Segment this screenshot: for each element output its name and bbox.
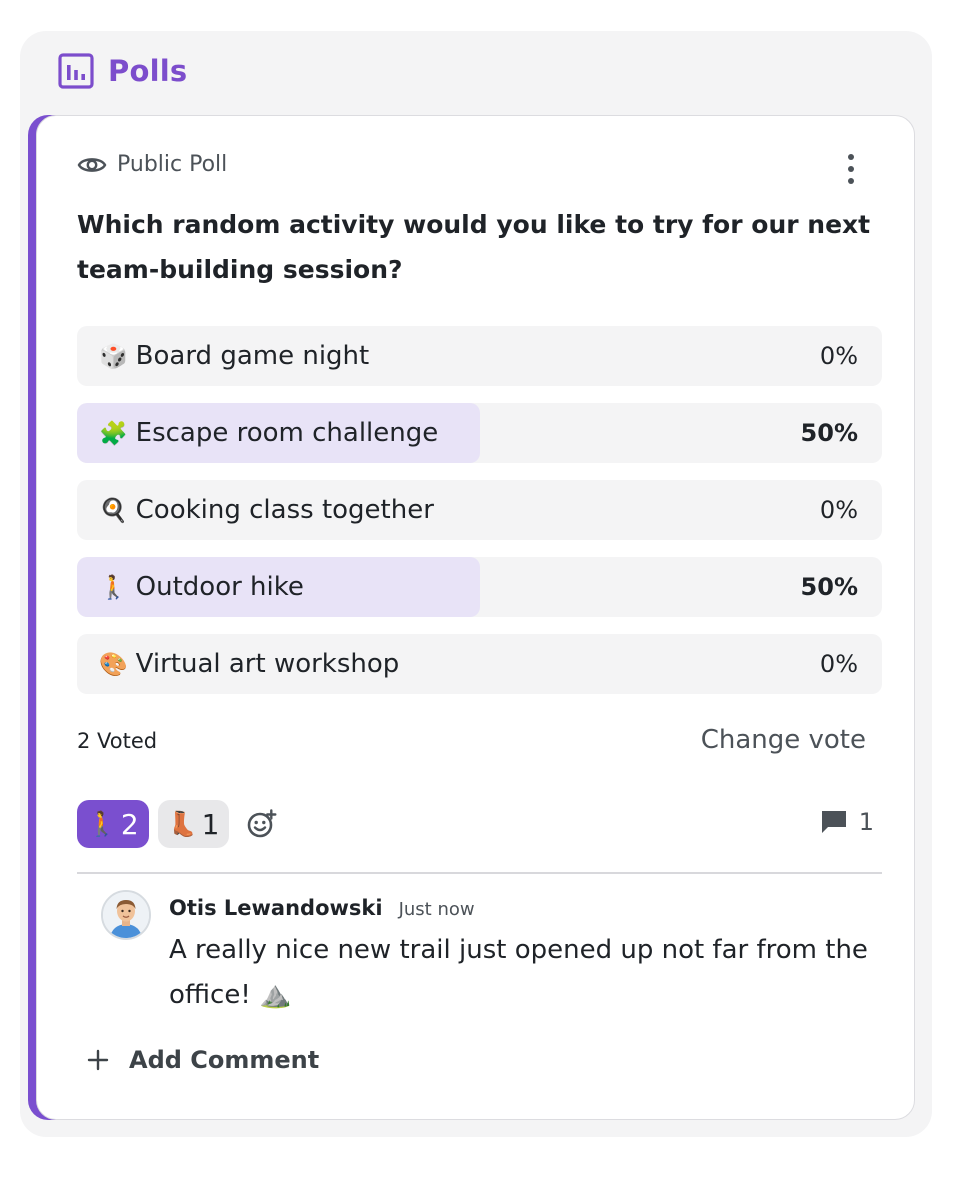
- avatar[interactable]: [101, 890, 151, 940]
- walking-person-emoji: 🚶: [87, 810, 117, 838]
- more-options-icon[interactable]: [839, 152, 863, 186]
- option-percent: 0%: [819, 342, 858, 370]
- panel-header: Polls: [58, 53, 187, 89]
- option-label: Board game night: [135, 341, 370, 371]
- comment-author[interactable]: Otis Lewandowski: [169, 896, 383, 920]
- option-label: Cooking class together: [135, 495, 434, 525]
- boot-emoji: 👢: [167, 810, 198, 838]
- option-percent: 0%: [819, 650, 858, 678]
- polls-panel: Polls Public Poll Which random activity …: [20, 31, 932, 1137]
- comment-time: Just now: [398, 899, 475, 920]
- poll-option-escape-room[interactable]: 🧩 Escape room challenge 50%: [77, 403, 882, 463]
- divider: [77, 872, 882, 874]
- comment-icon: [821, 811, 846, 833]
- panel-title: Polls: [108, 54, 188, 88]
- dice-emoji: 🎲: [99, 343, 128, 370]
- palette-emoji: 🎨: [99, 651, 128, 678]
- option-percent: 50%: [800, 419, 858, 447]
- poll-options: 🎲 Board game night 0% 🧩 Escape room chal…: [77, 326, 882, 711]
- frying-pan-emoji: 🍳: [99, 497, 128, 524]
- change-vote-button[interactable]: Change vote: [701, 725, 866, 755]
- plus-icon: [87, 1049, 109, 1071]
- reaction-count: 1: [201, 807, 220, 841]
- reaction-count: 2: [120, 807, 139, 841]
- poll-option-art-workshop[interactable]: 🎨 Virtual art workshop 0%: [77, 634, 882, 694]
- poll-visibility-label: Public Poll: [117, 152, 228, 177]
- add-comment-label: Add Comment: [129, 1046, 320, 1074]
- option-label: Escape room challenge: [135, 418, 439, 448]
- walking-person-emoji: 🚶: [99, 574, 128, 601]
- reaction-chip-boot[interactable]: 👢 1: [157, 800, 230, 848]
- poll-card: Public Poll Which random activity would …: [36, 115, 915, 1120]
- comment-count: 1: [858, 808, 874, 836]
- add-comment-button[interactable]: Add Comment: [87, 1046, 319, 1074]
- poll-question: Which random activity would you like to …: [77, 210, 871, 284]
- bar-chart-icon: [58, 53, 94, 89]
- poll-option-cooking-class[interactable]: 🍳 Cooking class together 0%: [77, 480, 882, 540]
- option-label: Virtual art workshop: [135, 649, 400, 679]
- puzzle-emoji: 🧩: [99, 420, 128, 447]
- comments-toggle[interactable]: 1: [819, 808, 874, 836]
- poll-option-board-game[interactable]: 🎲 Board game night 0%: [77, 326, 882, 386]
- add-reaction-icon: [248, 809, 277, 838]
- option-percent: 50%: [800, 573, 858, 601]
- comment-text: A really nice new trail just opened up n…: [169, 935, 868, 1010]
- add-reaction-button[interactable]: [242, 804, 282, 844]
- poll-option-outdoor-hike[interactable]: 🚶 Outdoor hike 50%: [77, 557, 882, 617]
- eye-icon: [77, 157, 107, 172]
- voted-count: 2 Voted: [77, 729, 158, 753]
- poll-visibility: Public Poll: [77, 152, 227, 177]
- reaction-chip-walking[interactable]: 🚶 2: [77, 800, 149, 848]
- option-percent: 0%: [819, 496, 858, 524]
- user-avatar-icon: [103, 892, 149, 938]
- option-label: Outdoor hike: [135, 572, 304, 602]
- reactions-bar: 🚶 2 👢 1: [77, 800, 282, 848]
